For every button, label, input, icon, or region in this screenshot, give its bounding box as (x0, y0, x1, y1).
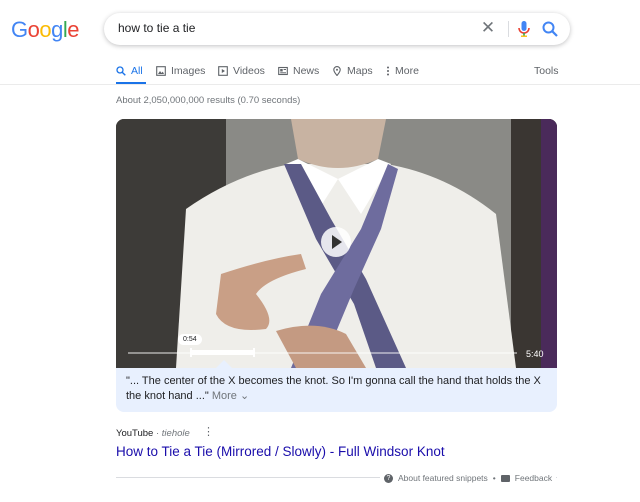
logo-letter: g (51, 17, 63, 42)
more-vertical-icon (387, 66, 389, 76)
video-icon (218, 66, 228, 76)
search-icon (116, 66, 126, 76)
about-featured-snippets-link[interactable]: About featured snippets (398, 473, 488, 483)
header-divider (0, 84, 640, 85)
video-progress-track[interactable] (128, 352, 517, 354)
result-separator: · (155, 428, 160, 439)
footer-dot: • (492, 473, 496, 483)
tab-label: Maps (347, 65, 373, 77)
search-input[interactable]: how to tie a tie (118, 21, 195, 35)
more-button[interactable]: More ⌄ (212, 390, 249, 402)
search-box[interactable]: how to tie a tie ✕ (104, 13, 570, 45)
search-icon[interactable] (541, 20, 559, 38)
feedback-link[interactable]: Feedback (515, 473, 552, 483)
play-button[interactable] (321, 227, 351, 257)
search-divider (508, 21, 509, 37)
video-caption: "... The center of the X becomes the kno… (116, 368, 557, 412)
result-site: YouTube (116, 428, 154, 439)
tools-button[interactable]: Tools (534, 64, 559, 78)
tab-all[interactable]: All (116, 64, 143, 78)
news-icon (278, 66, 288, 76)
close-icon[interactable]: ✕ (480, 19, 496, 36)
tab-label: Videos (233, 65, 265, 77)
caption-pointer (216, 360, 232, 368)
tab-news[interactable]: News (278, 64, 319, 78)
logo-letter: G (11, 17, 28, 42)
result-title-link[interactable]: How to Tie a Tie (Mirrored / Slowly) - F… (116, 444, 445, 459)
feedback-icon (500, 474, 510, 482)
more-label: More (211, 390, 237, 402)
chevron-down-icon: ⌄ (239, 390, 250, 402)
map-pin-icon (333, 66, 341, 76)
result-source: YouTube · tiehole (116, 428, 190, 439)
tab-images[interactable]: Images (156, 64, 205, 78)
tab-label: More (395, 65, 419, 77)
logo-letter: e (67, 17, 80, 42)
mic-icon[interactable] (516, 20, 532, 38)
result-author: tiehole (161, 428, 190, 439)
logo-letter: o (27, 17, 40, 42)
tab-maps[interactable]: Maps (332, 64, 373, 78)
tab-label: News (293, 65, 320, 77)
help-icon: ? (384, 473, 393, 483)
snippet-footer: ? About featured snippets • Feedback (380, 473, 557, 483)
tools-label: Tools (534, 65, 559, 77)
tab-videos[interactable]: Videos (218, 64, 265, 78)
tab-label: All (131, 65, 143, 77)
result-stats: About 2,050,000,000 results (0.70 second… (116, 95, 301, 106)
image-icon (156, 66, 166, 76)
caption-text: "... The center of the X becomes the kno… (126, 375, 541, 402)
search-tabs: All Images Videos News Maps More Tools (116, 64, 561, 80)
logo-letter: o (39, 17, 52, 42)
tab-label: Images (171, 65, 206, 77)
current-time-badge: 0:54 (178, 334, 202, 345)
google-logo[interactable]: Google (11, 17, 80, 43)
video-duration: 5:40 (526, 349, 544, 359)
video-player[interactable]: 0:54 5:40 (116, 119, 557, 368)
more-options-icon[interactable]: ⋮ (203, 427, 214, 439)
tab-more[interactable]: More (386, 64, 419, 78)
video-progress-segment[interactable] (190, 348, 255, 357)
